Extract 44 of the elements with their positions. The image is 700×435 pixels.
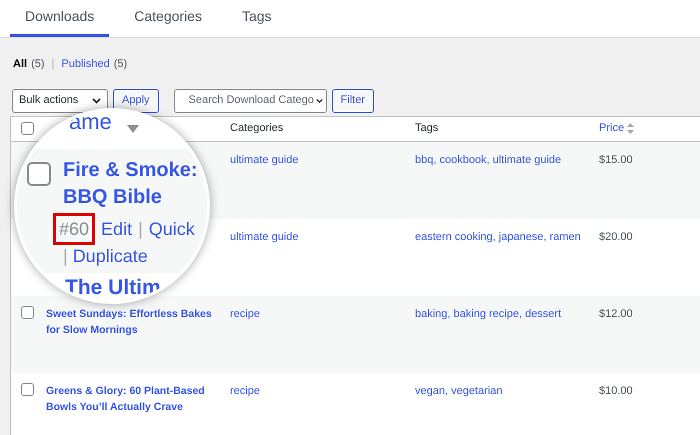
tab[interactable]: Downloads <box>10 0 110 37</box>
sort-icon[interactable] <box>627 123 634 134</box>
view-filter-link[interactable]: All <box>13 56 28 72</box>
quick-edit-link[interactable]: Quick <box>148 216 195 242</box>
category-link[interactable]: recipe <box>230 308 260 320</box>
category-search-dropdown[interactable]: Search Download Catego <box>174 88 327 112</box>
column-header: Categories <box>230 121 284 136</box>
view-filter-link[interactable]: Published <box>61 56 110 72</box>
checkbox[interactable] <box>21 306 34 318</box>
download-title-link[interactable]: Sweet Sundays: Effortless Bakes for Slow Mornings <box>46 306 224 338</box>
separator-text: | <box>52 57 54 72</box>
chevron-down-icon <box>92 98 101 104</box>
price-text: $10.00 <box>599 384 633 396</box>
separator-text: | <box>63 245 68 268</box>
column-header[interactable]: ame <box>69 111 112 135</box>
view-count: (5) <box>114 57 128 72</box>
filter-button[interactable]: Filter <box>332 88 374 112</box>
download-title-link[interactable]: Fire & Smoke: BBQ Bible <box>63 157 198 211</box>
tab[interactable]: Tags <box>226 0 287 37</box>
duplicate-link[interactable]: Duplicate <box>72 243 148 269</box>
download-title-link[interactable]: Greens & Glory: 60 Plant-Based Bowls You’ll Actually Crave <box>46 382 224 414</box>
separator-text: | <box>138 218 143 241</box>
sort-arrow-icon <box>127 125 139 133</box>
download-id: #60 <box>53 213 96 245</box>
price-text: $20.00 <box>599 230 633 242</box>
tag-links[interactable]: baking, baking recipe, dessert <box>415 308 562 320</box>
column-header: Tags <box>415 121 438 136</box>
category-link[interactable]: ultimate guide <box>230 154 298 166</box>
tab[interactable]: Categories <box>119 0 217 37</box>
apply-button[interactable]: Apply <box>113 88 159 112</box>
checkbox[interactable] <box>27 162 51 186</box>
checkbox[interactable] <box>21 382 34 396</box>
edit-link[interactable]: Edit <box>101 216 132 242</box>
category-link[interactable]: ultimate guide <box>230 230 298 242</box>
tag-links[interactable]: eastern cooking, japanese, ramen <box>415 230 581 242</box>
chevron-down-icon <box>316 98 323 104</box>
price-text: $12.00 <box>599 308 633 320</box>
column-header[interactable]: Price <box>599 120 624 137</box>
price-text: $15.00 <box>599 154 633 166</box>
tag-links[interactable]: vegan, vegetarian <box>415 384 502 396</box>
category-link[interactable]: recipe <box>230 384 260 396</box>
tag-links[interactable]: bbq, cookbook, ultimate guide <box>415 154 562 166</box>
bulk-actions-dropdown[interactable]: Bulk actions <box>12 88 108 112</box>
view-count: (5) <box>31 57 45 72</box>
